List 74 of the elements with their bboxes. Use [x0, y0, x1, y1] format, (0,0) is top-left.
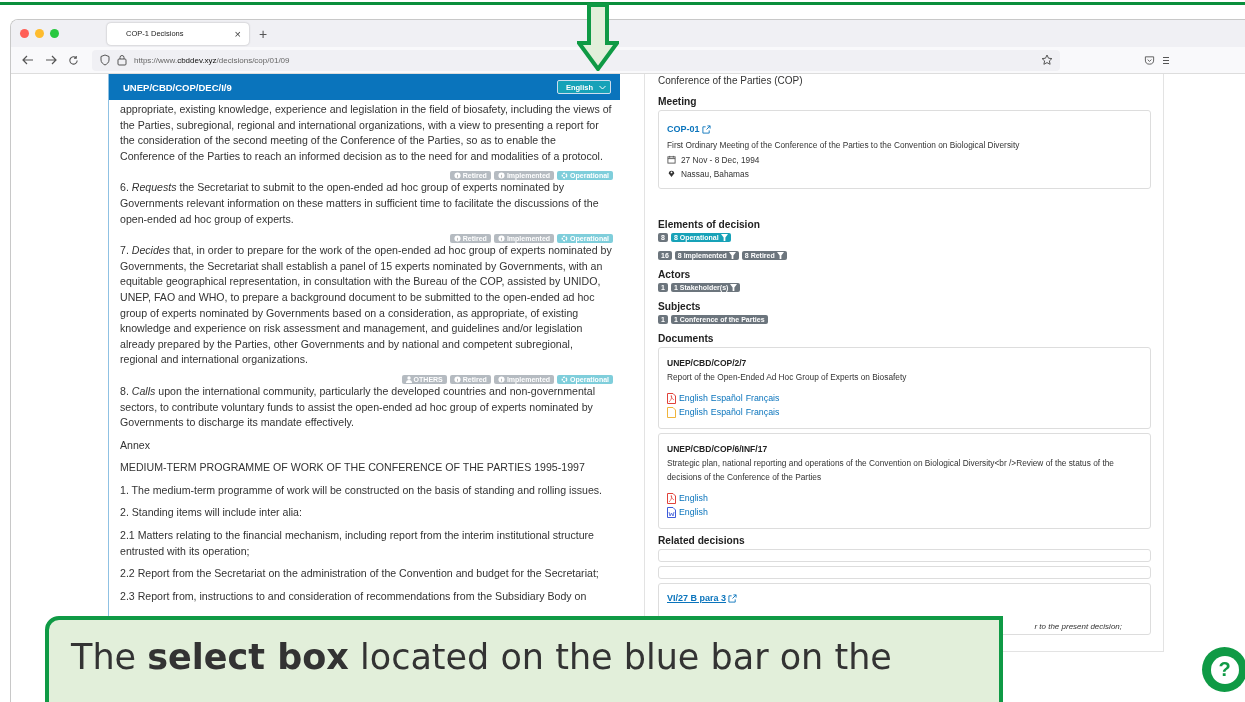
decision-paragraph: Annex: [120, 437, 152, 453]
file-icon: [667, 492, 676, 504]
meeting-place: Nassau, Bahamas: [681, 167, 749, 181]
calendar-icon: [667, 155, 676, 164]
reload-icon[interactable]: [68, 54, 79, 66]
decision-paragraph: 2.3 Report from, instructions to and consideration of recommendations from the Subsidiary Body on: [120, 588, 588, 604]
lock-icon: [117, 54, 127, 66]
section-heading: Documents: [658, 332, 715, 344]
info-icon: [497, 375, 505, 383]
meeting-link[interactable]: COP-01: [667, 124, 711, 134]
filter-icon: [730, 283, 738, 291]
meeting-dates: 27 Nov - 8 Dec, 1994: [681, 153, 760, 167]
gear-icon: [561, 235, 569, 243]
section-heading: Subjects: [658, 300, 702, 312]
filter-icon: [728, 251, 736, 259]
decision-paragraph: 2. Standing items will include inter alia:: [120, 505, 303, 521]
info-icon: [497, 235, 505, 243]
tab-close-button[interactable]: ×: [234, 27, 241, 40]
document-language-link[interactable]: English: [679, 391, 708, 405]
section-heading: Elements of decision: [658, 218, 761, 230]
url-text: https://www.cbddev.xyz/decisions/cop/01/09: [134, 55, 290, 65]
document-language-link[interactable]: English: [679, 405, 708, 419]
document-language-link[interactable]: Español: [710, 405, 743, 419]
related-decision-note: r to the present decision;: [1033, 622, 1122, 631]
info-icon: [453, 172, 461, 180]
document-symbol: UNEP/CBD/COP/2/7: [667, 357, 748, 368]
menu-icon[interactable]: [1163, 55, 1169, 65]
decision-paragraph: MEDIUM-TERM PROGRAMME OF WORK OF THE CONFERENCE OF THE PARTIES 1995-1997: [120, 460, 586, 476]
new-tab-button[interactable]: +: [259, 25, 268, 42]
section-heading: Related decisions: [658, 535, 746, 546]
section-heading: Meeting: [658, 96, 698, 107]
info-icon: [453, 235, 461, 243]
shield-icon: [100, 54, 110, 66]
filter-icon: [776, 251, 784, 259]
decision-title: UNEP/CBD/COP/DEC/I/9: [123, 81, 232, 93]
decision-paragraph: 2.1 Matters relating to the financial mechanism, including report from the interim institutional structure entrusted with its operation;: [120, 528, 595, 559]
pocket-icon[interactable]: [1144, 54, 1155, 66]
section-heading: Actors: [658, 268, 692, 280]
file-icon: [667, 392, 676, 404]
file-icon: [667, 506, 676, 518]
document-language-link[interactable]: Français: [745, 391, 780, 405]
external-link-icon: [701, 124, 711, 134]
document-language-link[interactable]: Français: [745, 405, 780, 419]
info-icon: [497, 172, 505, 180]
decision-paragraph: 2.2 Report from the Secretariat on the administration of the Convention and budget for the Secretariat;: [120, 566, 600, 582]
forward-icon[interactable]: [45, 55, 57, 65]
caret-icon: [599, 84, 606, 90]
decision-paragraph: 7. Decides that, in order to prepare for the work of the open-ended ad hoc group of experts nominated by Governments, the Secretariat shall establish a panel of 15 experts nominated by Governments, with an equitable geographical representation, in consultation with the Bureau of the COP, assisted by UNIDO, UNEP, FAO and WHO, to prepare a background document to be submitted to the open-ended ad hoc group of experts nominated by Governments based on a consideration, as appropriate, of existing knowledge and experience on risk assessment and management, and guidelines and/or legislation already prepared by the Parties, other Governments and by national and competent subregional, regional and international organizations.: [120, 243, 613, 368]
filter-icon: [720, 233, 728, 241]
related-decision-link[interactable]: VI/27 B para 3: [667, 593, 738, 603]
document-language-link[interactable]: Español: [710, 391, 743, 405]
decision-paragraph: 6. Requests the Secretariat to submit to the open-ended ad hoc group of experts nominated by Governments relevant information on these matters in sufficient time to facilitate the discussions of the open-ended ad hoc group of experts.: [120, 180, 600, 227]
decision-paragraph: 8. Calls upon the international community, particularly the developed countries and non-governmental sectors, to contribute voluntary funds to assist the open-ended ad hoc group of experts nominated by Governments to discharge its mandate effectively.: [120, 384, 597, 431]
gear-icon: [561, 172, 569, 180]
callout-text: The select box located on the blue bar on the: [71, 637, 892, 677]
document-language-link[interactable]: English: [679, 505, 708, 519]
document-title: Strategic plan, national reporting and operations of the Convention on Biological Diversity<br />Review of the status of the decisions of the Conference of the Parties: [667, 457, 1115, 484]
back-icon[interactable]: [22, 55, 34, 65]
location-pin-icon: [667, 169, 676, 178]
decision-paragraph: appropriate, existing knowledge, experience and legislation in the field of biosafety, including the views of the Parties, subregional, regional and international organizations, with a view to presenting a report for the consideration of the second meeting of the Conference of the Parties, so as to enable the Conference of the Parties to reach an informed decision as to the need for and modalities of a protocol.: [120, 102, 613, 164]
address-bar[interactable]: https://www.cbddev.xyz/decisions/cop/01/09: [92, 49, 1060, 71]
decision-paragraph: 1. The medium-term programme of work will be constructed on the basis of standing and rolling issues.: [120, 482, 604, 498]
document-language-link[interactable]: English: [679, 491, 708, 505]
person-icon: [405, 375, 412, 383]
file-icon: [667, 406, 676, 418]
meeting-name: First Ordinary Meeting of the Conference of the Parties to the Convention on Biological Diversity: [667, 139, 1021, 152]
close-window-button[interactable]: [20, 29, 29, 38]
document-title: Report of the Open-Ended Ad Hoc Group of Experts on Biosafety: [667, 370, 908, 384]
bookmark-star-icon[interactable]: [1041, 54, 1053, 66]
gear-icon: [561, 375, 569, 383]
external-link-icon: [728, 593, 738, 603]
info-icon: [453, 375, 461, 383]
body-text: Conference of the Parties (COP): [658, 75, 804, 86]
document-symbol: UNEP/CBD/COP/6/INF/17: [667, 444, 769, 454]
